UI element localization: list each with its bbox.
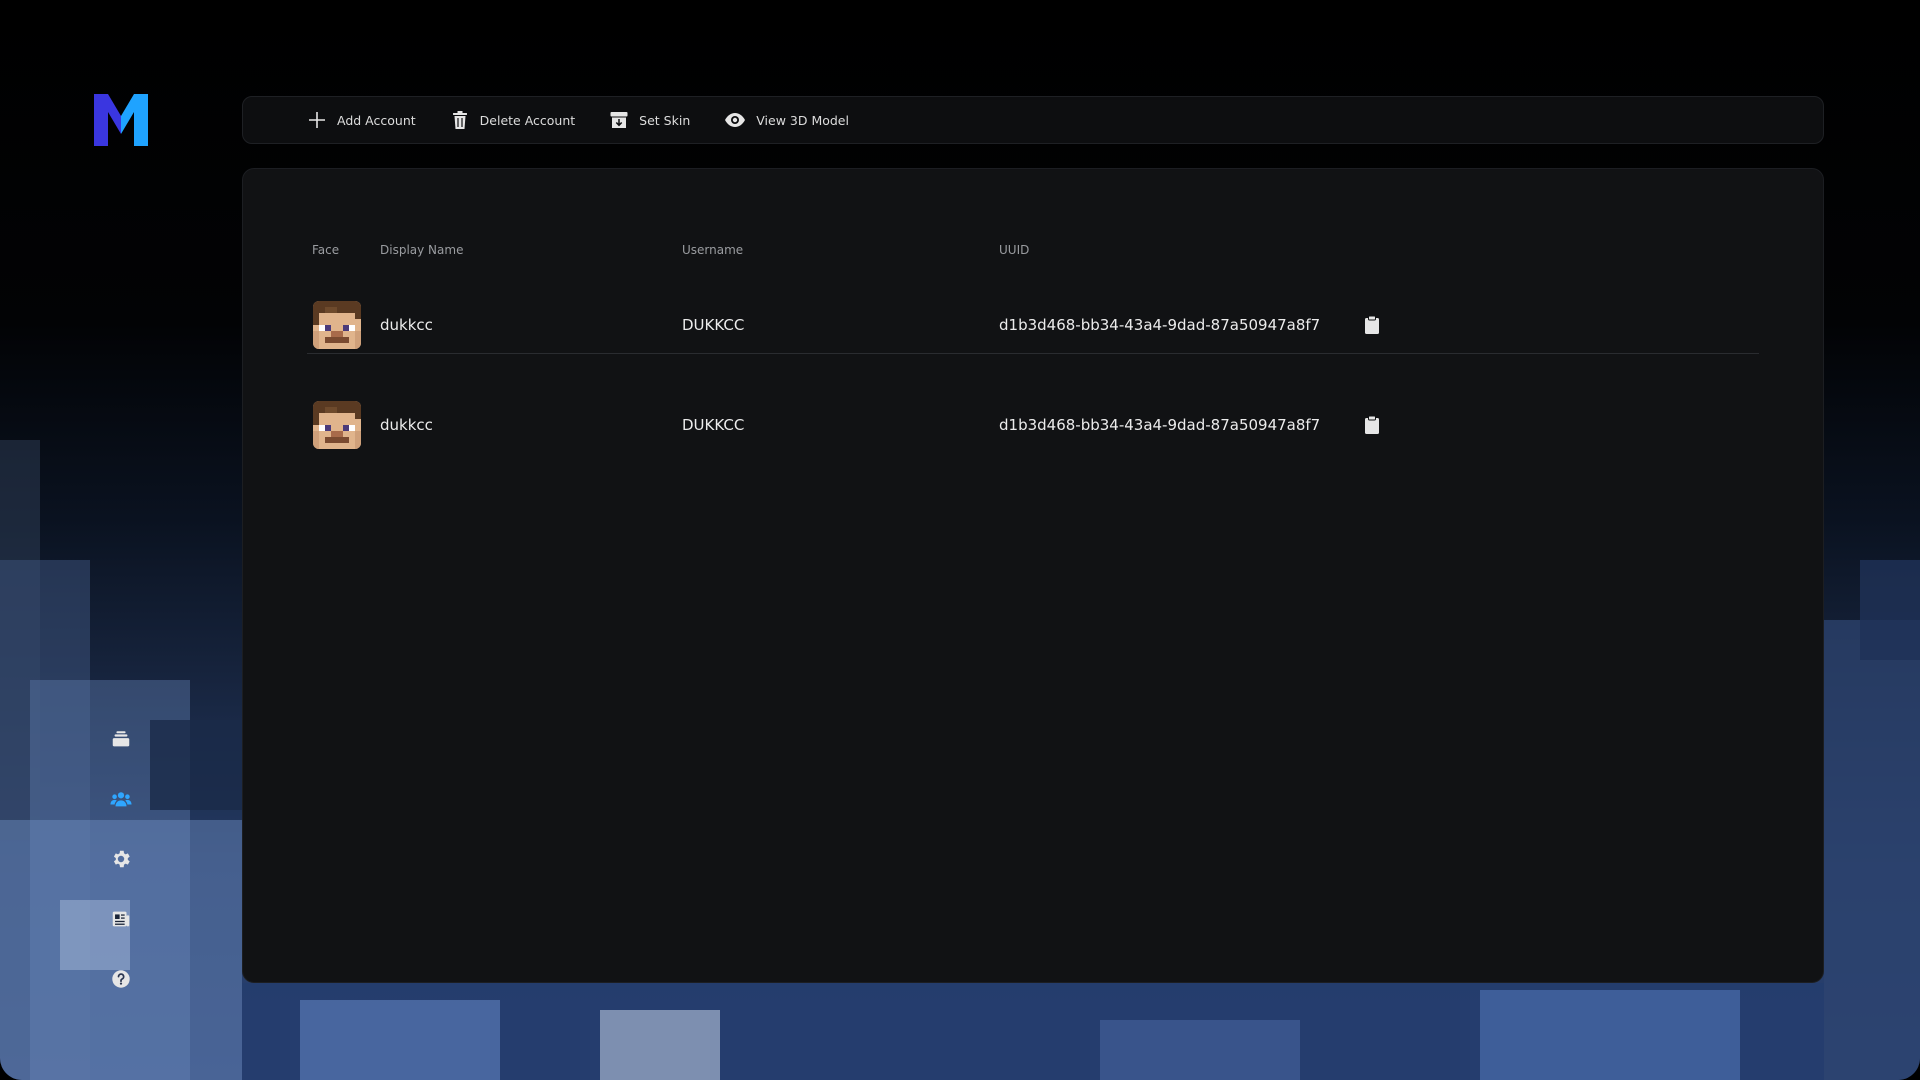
header-username: Username (682, 243, 744, 257)
eye-icon (725, 113, 746, 127)
app-logo (94, 94, 148, 146)
sidebar-nav (100, 718, 142, 1018)
player-face-avatar (313, 401, 361, 449)
sidebar-item-news[interactable] (100, 898, 142, 940)
row-divider (307, 353, 1759, 354)
sidebar-item-help[interactable] (100, 958, 142, 1000)
archive-download-icon (610, 112, 628, 128)
view-3d-model-button[interactable]: View 3D Model (724, 110, 849, 130)
copy-uuid-button[interactable] (1364, 315, 1380, 335)
gear-icon (113, 850, 130, 868)
table-row[interactable]: dukkcc DUKKCC d1b3d468-bb34-43a4-9dad-87… (307, 373, 1759, 473)
username-cell: DUKKCC (682, 316, 745, 334)
clipboard-icon (1365, 315, 1379, 334)
set-skin-button[interactable]: Set Skin (609, 110, 690, 130)
stack-icon (112, 731, 130, 747)
uuid-cell: d1b3d468-bb34-43a4-9dad-87a50947a8f7 (999, 316, 1321, 334)
table-header: Face Display Name Username UUID (243, 243, 1823, 259)
delete-account-button[interactable]: Delete Account (450, 110, 576, 130)
clipboard-icon (1365, 415, 1379, 434)
newspaper-icon (112, 911, 130, 927)
sidebar-item-accounts[interactable] (100, 778, 142, 820)
copy-uuid-button[interactable] (1364, 415, 1380, 435)
set-skin-label: Set Skin (639, 112, 691, 128)
plus-icon (309, 112, 325, 128)
sidebar-item-settings[interactable] (100, 838, 142, 880)
users-icon (110, 792, 132, 807)
trash-icon (452, 111, 467, 129)
table-row[interactable]: dukkcc DUKKCC d1b3d468-bb34-43a4-9dad-87… (307, 273, 1759, 373)
add-account-label: Add Account (337, 112, 416, 128)
display-name-cell: dukkcc (380, 316, 433, 334)
header-display-name: Display Name (380, 243, 464, 257)
view-3d-model-label: View 3D Model (756, 112, 849, 128)
app-window: Add Account Delete Account Set Skin View… (0, 0, 1920, 1080)
header-uuid: UUID (999, 243, 1030, 257)
account-toolbar: Add Account Delete Account Set Skin View… (242, 96, 1824, 144)
display-name-cell: dukkcc (380, 416, 433, 434)
sidebar-item-instances[interactable] (100, 718, 142, 760)
question-icon (112, 970, 130, 988)
add-account-button[interactable]: Add Account (307, 110, 416, 130)
delete-account-label: Delete Account (479, 112, 576, 128)
accounts-panel: Face Display Name Username UUID dukkcc D… (242, 168, 1824, 983)
username-cell: DUKKCC (682, 416, 745, 434)
header-face: Face (312, 243, 340, 257)
player-face-avatar (313, 301, 361, 349)
uuid-cell: d1b3d468-bb34-43a4-9dad-87a50947a8f7 (999, 416, 1321, 434)
